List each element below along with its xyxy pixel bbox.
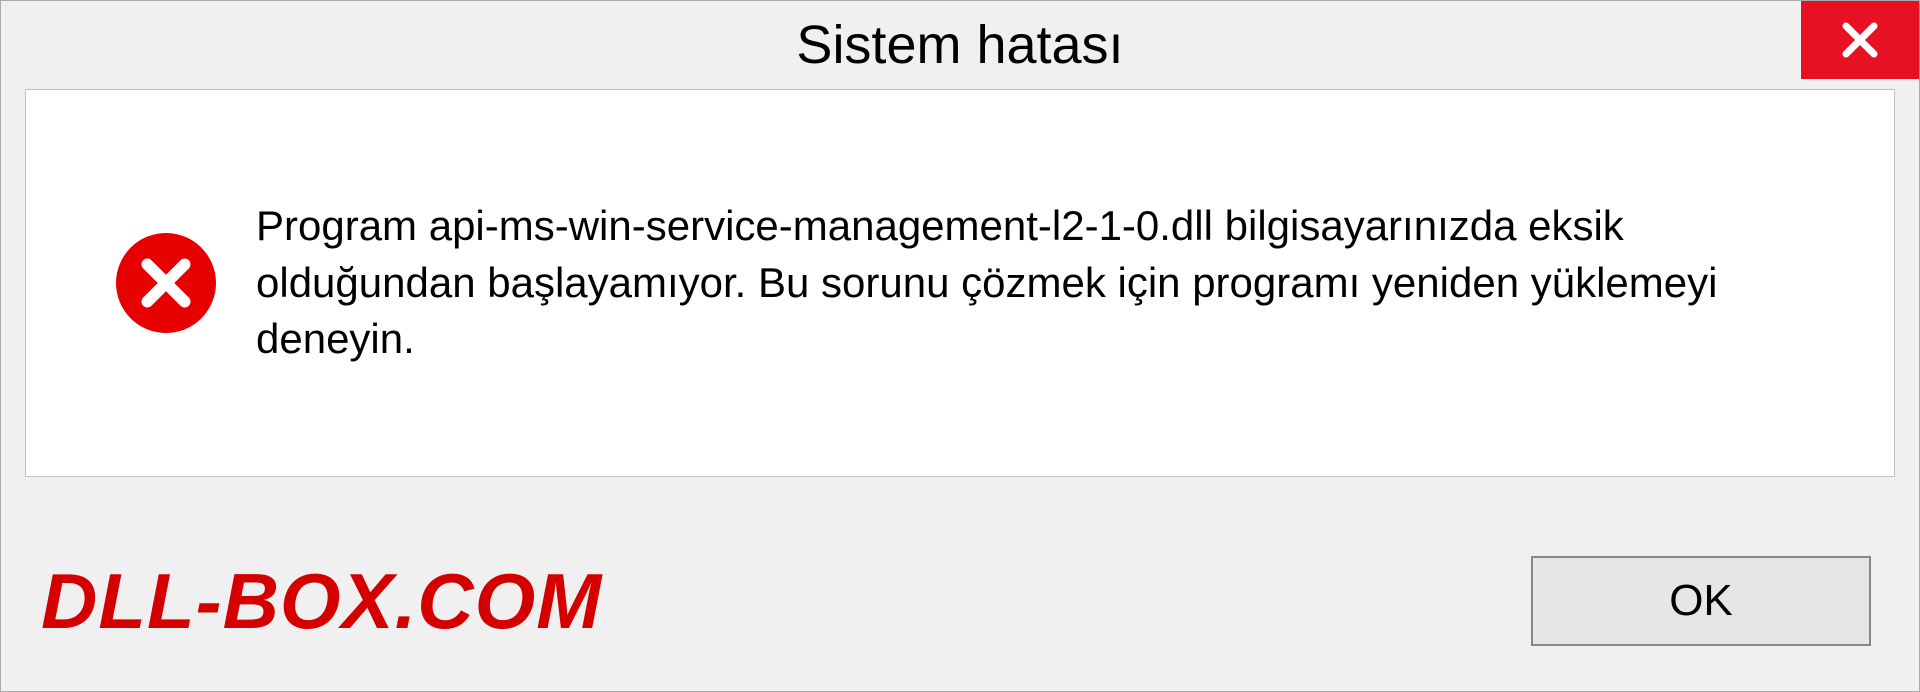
error-dialog: Sistem hatası Program api-ms-win-service… (0, 0, 1920, 692)
error-icon (116, 233, 216, 333)
close-button[interactable] (1801, 1, 1919, 79)
error-message: Program api-ms-win-service-management-l2… (256, 198, 1864, 368)
dialog-title: Sistem hatası (796, 14, 1123, 76)
close-icon (1839, 19, 1881, 61)
ok-button[interactable]: OK (1531, 556, 1871, 646)
content-area: Program api-ms-win-service-management-l2… (25, 89, 1895, 477)
watermark-text: DLL-BOX.COM (41, 556, 602, 647)
dialog-footer: DLL-BOX.COM OK (1, 511, 1919, 691)
titlebar: Sistem hatası (1, 1, 1919, 89)
